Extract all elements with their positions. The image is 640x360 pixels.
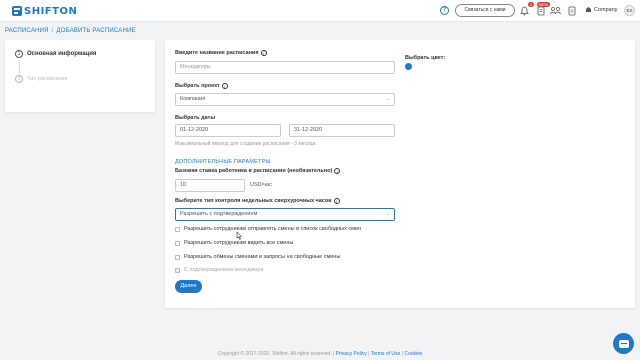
date-end-input[interactable]: 31-12-2020: [289, 124, 395, 137]
info-icon[interactable]: i: [260, 50, 267, 56]
footer: Copyright © 2017-2020. Shifton. All righ…: [0, 351, 640, 357]
breadcrumb-current: ДОБАВИТЬ РАСПИСАНИЕ: [56, 28, 136, 34]
color-label: Выбрать цвет:: [405, 55, 446, 61]
info-icon[interactable]: i: [221, 83, 228, 89]
schedule-name-input[interactable]: Менеджеры: [175, 61, 395, 74]
info-icon[interactable]: i: [334, 168, 341, 174]
checkbox-label: Разрешить сотрудникам видеть все смены: [184, 240, 294, 246]
rate-label: Базовая ставка работника в расписании (н…: [175, 168, 341, 174]
schedule-name-label-text: Введите название расписания: [175, 50, 259, 56]
overtime-select-value: Разрешить с подтверждением: [180, 211, 258, 217]
cookies-link[interactable]: Cookies: [404, 351, 422, 357]
overtime-label-text: Выберите тип контроля недельных сверхуро…: [175, 198, 332, 204]
dates-label: Выбрать даты: [175, 115, 216, 121]
checkbox-label: Разрешить сотрудникам отправлять смены в…: [184, 226, 362, 232]
project-select-value: Компания: [180, 96, 206, 102]
step-schedule-type[interactable]: 2 Тип расписания: [15, 75, 68, 83]
schedule-name-label: Введите название расписания i: [175, 50, 267, 56]
rate-input[interactable]: 10: [175, 179, 245, 192]
breadcrumb: РАСПИСАНИЯ / ДОБАВИТЬ РАСПИСАНИЕ: [5, 28, 136, 34]
project-select[interactable]: Компания ⌄: [175, 93, 395, 106]
top-bar: SHIFTON ? Связаться с нами 1 NEW Company…: [0, 0, 640, 22]
terms-link[interactable]: Terms of Use: [371, 351, 400, 357]
dates-hint: Максимальный период для создания расписа…: [175, 141, 316, 147]
next-button[interactable]: Далее: [175, 280, 202, 293]
checkbox-label: С подтверждением менеджера: [184, 267, 264, 273]
avatar[interactable]: ES: [624, 5, 635, 16]
additional-params-title: ДОПОЛНИТЕЛЬНЫЕ ПАРАМЕТРЫ: [175, 159, 271, 165]
checkbox[interactable]: [175, 226, 180, 232]
notifications-bell-icon[interactable]: 1: [519, 2, 534, 16]
mouse-cursor-icon: [236, 232, 242, 240]
copyright-text: Copyright © 2017-2020. Shifton. All righ…: [217, 351, 335, 357]
checkbox-allow-see-all[interactable]: Разрешить сотрудникам видеть все смены: [175, 240, 293, 246]
chevron-down-icon: ⌄: [385, 96, 390, 102]
checkbox-manager-approval[interactable]: С подтверждением менеджера: [175, 267, 263, 273]
footer-separator: |: [368, 351, 370, 357]
steps-panel: 1 Основная информация 2 Тип расписания: [5, 40, 155, 112]
info-icon[interactable]: i: [333, 198, 340, 204]
checkbox[interactable]: [175, 240, 180, 246]
logo-text: SHIFTON: [24, 5, 78, 17]
overtime-label: Выберите тип контроля недельных сверхуро…: [175, 198, 340, 204]
company-icon: [586, 7, 591, 12]
company-switcher[interactable]: Company: [585, 6, 618, 13]
checkbox-label: Разрешить обмены сменами и запросы на св…: [184, 254, 341, 260]
team-icon[interactable]: [550, 5, 561, 16]
checkbox-allow-send-to-open[interactable]: Разрешить сотрудникам отправлять смены в…: [175, 226, 361, 232]
rate-unit: USD/час: [250, 182, 272, 188]
chat-button[interactable]: [613, 333, 634, 354]
step-label: Основная информация: [27, 51, 97, 57]
color-picker[interactable]: [405, 63, 412, 70]
footer-separator: |: [401, 351, 403, 357]
logo[interactable]: SHIFTON: [12, 5, 77, 17]
step-main-info[interactable]: 1 Основная информация: [15, 50, 96, 58]
chat-icon: [618, 339, 629, 348]
document-icon[interactable]: [566, 5, 577, 16]
news-badge: NEW: [536, 2, 550, 7]
privacy-policy-link[interactable]: Privacy Policy: [336, 351, 367, 357]
checkbox-allow-swaps[interactable]: Разрешить обмены сменами и запросы на св…: [175, 254, 340, 260]
contact-us-button[interactable]: Связаться с нами: [455, 4, 515, 17]
schedule-form: Введите название расписания i Менеджеры …: [165, 40, 635, 308]
step-connector: [19, 60, 20, 74]
notifications-badge: 1: [527, 2, 534, 7]
step-number: 1: [15, 50, 23, 58]
breadcrumb-schedules-link[interactable]: РАСПИСАНИЯ: [5, 28, 49, 34]
breadcrumb-separator: /: [51, 28, 54, 34]
date-start-input[interactable]: 01-12-2020: [175, 124, 281, 137]
rate-label-text: Базовая ставка работника в расписании (н…: [175, 168, 333, 174]
chevron-down-icon: ⌄: [385, 211, 390, 217]
news-icon[interactable]: NEW: [535, 2, 550, 16]
step-number: 2: [15, 75, 23, 83]
help-icon[interactable]: ?: [440, 6, 449, 15]
company-label: Company: [594, 6, 618, 13]
logo-icon: [12, 6, 22, 16]
project-label-text: Выбрать проект: [175, 83, 220, 89]
overtime-select[interactable]: Разрешить с подтверждением ⌄: [175, 208, 395, 221]
checkbox[interactable]: [175, 267, 180, 273]
step-label: Тип расписания: [27, 76, 68, 82]
checkbox[interactable]: [175, 254, 180, 260]
project-label: Выбрать проект i: [175, 83, 228, 89]
